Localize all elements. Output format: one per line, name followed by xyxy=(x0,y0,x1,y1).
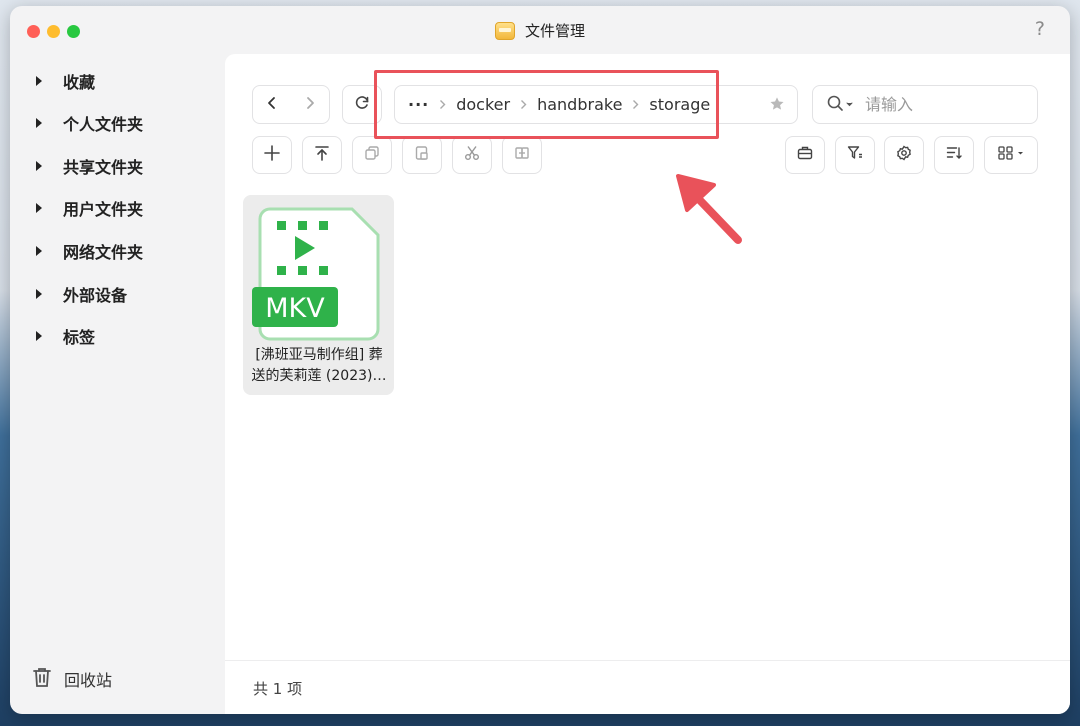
expand-caret-icon xyxy=(36,331,42,341)
file-name: [沸班亚马制作组] 葬送的芙莉莲 (2023)… xyxy=(251,347,387,384)
paste-icon xyxy=(414,145,430,165)
status-bar: 共 1 项 xyxy=(225,660,1070,714)
help-button[interactable]: ? xyxy=(1035,18,1045,40)
close-window-button[interactable] xyxy=(27,25,40,38)
sidebar-item-tags[interactable]: 标签 xyxy=(32,324,95,348)
chevron-right-icon xyxy=(439,99,446,110)
search-input[interactable] xyxy=(865,95,1015,114)
refresh-icon xyxy=(354,95,370,115)
sort-icon xyxy=(946,145,962,165)
minimize-window-button[interactable] xyxy=(47,25,60,38)
sort-button[interactable] xyxy=(934,136,974,174)
sidebar-item-external-devices[interactable]: 外部设备 xyxy=(32,282,127,306)
sidebar-item-user-folder[interactable]: 用户文件夹 xyxy=(32,196,143,220)
sidebar-item-label: 共享文件夹 xyxy=(63,158,144,177)
search-box xyxy=(812,85,1038,124)
sidebar-item-personal-folder[interactable]: 个人文件夹 xyxy=(32,111,143,135)
sidebar-item-trash[interactable]: 回收站 xyxy=(32,666,112,692)
upload-icon xyxy=(314,145,330,165)
sidebar-item-label: 外部设备 xyxy=(63,286,128,305)
cut-button[interactable] xyxy=(452,136,492,174)
upload-button[interactable] xyxy=(302,136,342,174)
sidebar-item-network-folder[interactable]: 网络文件夹 xyxy=(32,239,143,263)
window-title: 文件管理 xyxy=(525,22,586,40)
gear-icon xyxy=(896,145,912,165)
sidebar-item-label: 网络文件夹 xyxy=(63,243,144,262)
sidebar-item-label: 个人文件夹 xyxy=(63,115,144,134)
breadcrumb-more-button[interactable]: ··· xyxy=(408,95,429,114)
main-panel: ··· docker handbrake storage 请输入 MKV [沸班… xyxy=(225,54,1070,714)
move-button[interactable] xyxy=(502,136,542,174)
sidebar: 收藏 个人文件夹 共享文件夹 用户文件夹 网络文件夹 外部设备 标签 回收站 xyxy=(10,54,224,714)
breadcrumb-handbrake[interactable]: handbrake xyxy=(537,95,622,114)
history-nav xyxy=(252,85,330,124)
chevron-right-icon xyxy=(305,95,315,114)
scissors-icon xyxy=(464,145,480,165)
mkv-file-icon: MKV xyxy=(252,207,382,345)
back-button[interactable] xyxy=(253,86,291,123)
refresh-button[interactable] xyxy=(342,85,382,124)
chevron-right-icon xyxy=(632,99,639,110)
briefcase-icon xyxy=(797,145,813,165)
file-manager-window: 文件管理 ? 收藏 个人文件夹 共享文件夹 用户文件夹 网络文件夹 外部设备 标… xyxy=(10,6,1070,714)
path-breadcrumb: ··· docker handbrake storage xyxy=(394,85,798,124)
sidebar-item-label: 用户文件夹 xyxy=(63,200,144,219)
forward-button[interactable] xyxy=(291,86,329,123)
sidebar-item-label: 标签 xyxy=(63,328,96,347)
trash-label: 回收站 xyxy=(64,671,113,690)
breadcrumb-storage[interactable]: storage xyxy=(649,95,710,114)
plus-icon xyxy=(264,145,280,165)
file-manager-app-icon xyxy=(495,21,515,40)
title-bar: 文件管理 ? xyxy=(10,6,1070,54)
move-icon xyxy=(514,145,530,165)
sidebar-item-label: 收藏 xyxy=(63,73,96,92)
filter-button[interactable] xyxy=(835,136,875,174)
file-type-label: MKV xyxy=(265,293,325,324)
breadcrumb-docker[interactable]: docker xyxy=(456,95,510,114)
view-mode-button[interactable] xyxy=(984,136,1038,174)
item-count: 共 1 项 xyxy=(253,680,303,698)
favorite-star-icon[interactable] xyxy=(769,96,785,116)
file-tile[interactable]: MKV [沸班亚马制作组] 葬送的芙莉莲 (2023)… xyxy=(243,195,394,395)
expand-caret-icon xyxy=(36,76,42,86)
filter-icon xyxy=(847,145,863,165)
expand-caret-icon xyxy=(36,161,42,171)
paste-button[interactable] xyxy=(402,136,442,174)
expand-caret-icon xyxy=(36,203,42,213)
expand-caret-icon xyxy=(36,118,42,128)
sidebar-item-shared-folder[interactable]: 共享文件夹 xyxy=(32,154,143,178)
expand-caret-icon xyxy=(36,246,42,256)
search-icon[interactable] xyxy=(827,95,853,115)
expand-caret-icon xyxy=(36,289,42,299)
chevron-right-icon xyxy=(520,99,527,110)
chevron-left-icon xyxy=(267,95,277,114)
new-button[interactable] xyxy=(252,136,292,174)
copy-button[interactable] xyxy=(352,136,392,174)
settings-button[interactable] xyxy=(884,136,924,174)
trash-icon xyxy=(32,666,52,692)
grid-view-icon xyxy=(998,145,1024,165)
sidebar-item-favorites[interactable]: 收藏 xyxy=(32,69,95,93)
toolbox-button[interactable] xyxy=(785,136,825,174)
copy-icon xyxy=(364,145,380,165)
zoom-window-button[interactable] xyxy=(67,25,80,38)
